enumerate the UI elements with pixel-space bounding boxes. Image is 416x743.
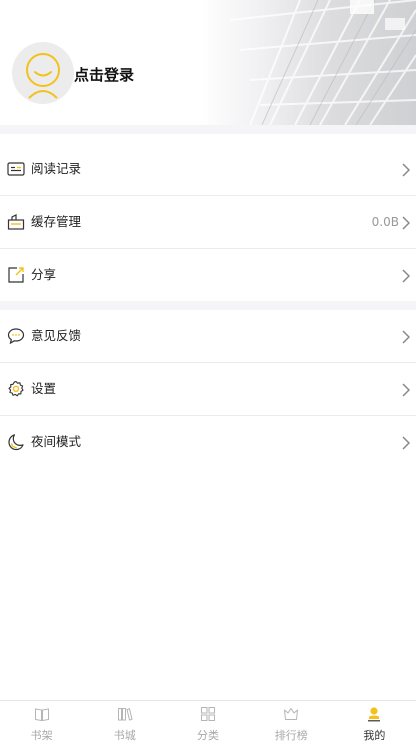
menu-item-cache[interactable]: 缓存管理 0.0B (0, 196, 416, 248)
section-gap (0, 125, 416, 134)
chevron-right-icon (402, 383, 410, 397)
section-gap (0, 301, 416, 310)
share-icon (8, 267, 24, 283)
moon-icon (8, 434, 24, 451)
menu-item-label: 意见反馈 (31, 328, 82, 343)
tab-bookshelf[interactable]: 书架 (0, 701, 83, 743)
tab-category[interactable]: 分类 (166, 701, 249, 743)
bookstore-icon (117, 708, 133, 721)
profile-icon (368, 707, 381, 722)
menu-item-label: 分享 (31, 267, 57, 282)
ranking-icon (284, 708, 299, 720)
menu-item-label: 阅读记录 (31, 161, 82, 176)
category-icon (201, 707, 215, 721)
avatar-face-icon (26, 53, 60, 99)
menu-item-label: 夜间模式 (31, 434, 82, 449)
tab-label: 书架 (30, 729, 53, 742)
menu-item-reading-history[interactable]: 阅读记录 (0, 143, 416, 195)
menu-item-label: 缓存管理 (31, 214, 82, 229)
tab-ranking[interactable]: 排行榜 (250, 701, 333, 743)
tab-label: 我的 (363, 729, 386, 742)
chevron-right-icon (402, 216, 410, 230)
bottom-tab-bar: 书架 书城 分类 排行榜 我的 (0, 700, 416, 743)
bookshelf-icon (34, 708, 49, 722)
menu-item-settings[interactable]: 设置 (0, 363, 416, 415)
tab-label: 排行榜 (274, 729, 308, 742)
profile-header: 点击登录 (0, 0, 416, 125)
chevron-right-icon (402, 163, 410, 177)
tab-profile[interactable]: 我的 (333, 701, 416, 743)
avatar[interactable] (12, 42, 74, 104)
tab-bookstore[interactable]: 书城 (83, 701, 166, 743)
chevron-right-icon (402, 436, 410, 450)
chevron-right-icon (402, 330, 410, 344)
cache-size-value: 0.0B (371, 215, 399, 229)
feedback-icon (7, 328, 25, 345)
menu-item-feedback[interactable]: 意见反馈 (0, 310, 416, 362)
menu-item-night-mode[interactable]: 夜间模式 (0, 416, 416, 468)
tab-label: 书城 (113, 729, 136, 742)
login-link[interactable]: 点击登录 (74, 64, 134, 85)
menu-item-share[interactable]: 分享 (0, 249, 416, 301)
gear-icon (8, 380, 24, 397)
reading-history-icon (7, 162, 25, 176)
chevron-right-icon (402, 269, 410, 283)
tab-label: 分类 (197, 729, 219, 742)
menu-item-label: 设置 (31, 381, 57, 396)
cache-icon (7, 214, 25, 230)
